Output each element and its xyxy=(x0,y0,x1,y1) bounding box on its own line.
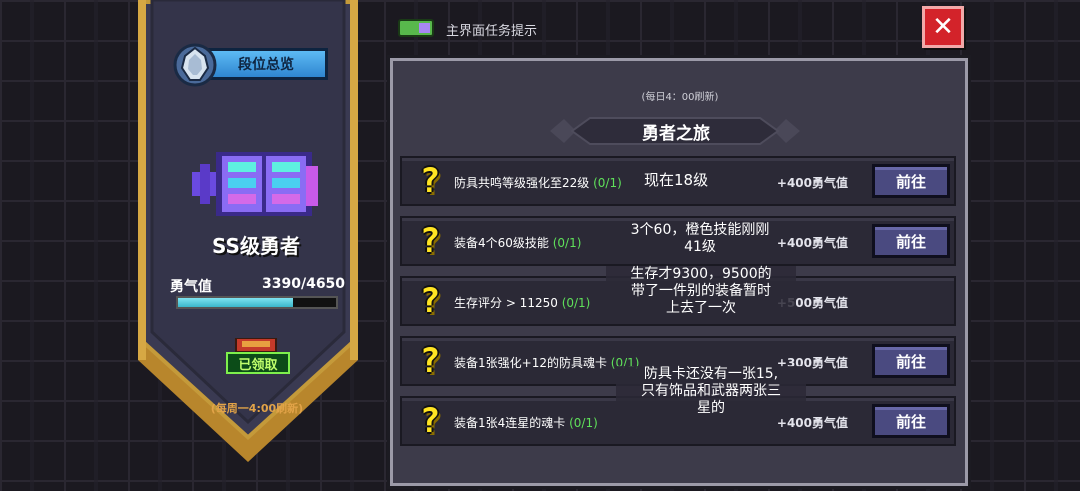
rank-emblem-icon xyxy=(173,43,217,87)
go-button[interactable]: 前往 xyxy=(872,164,950,198)
go-button[interactable]: 前往 xyxy=(872,404,950,438)
annotation-note: 防具卡还没有一张15, 只有饰品和武器两张三 星的 xyxy=(616,366,806,417)
task-description: 生存评分 > 11250 (0/1) xyxy=(454,296,591,310)
panel-title: 勇者之旅 xyxy=(642,124,710,144)
annotation-note: 3个60，橙色技能刚刚 41级 xyxy=(630,222,770,255)
task-hint-label: 主界面任务提示 xyxy=(446,24,538,39)
task-reward: +400勇气值 xyxy=(776,176,848,190)
courage-value: 3390/4650 xyxy=(262,276,346,292)
rank-title: SS级勇者 xyxy=(212,234,300,258)
courage-progress-fill xyxy=(178,298,294,307)
toggle-knob xyxy=(419,23,430,33)
rank-overview-button[interactable]: 段位总览 xyxy=(173,43,331,87)
go-button[interactable]: 前往 xyxy=(872,344,950,378)
close-button[interactable]: ✕ xyxy=(922,6,964,48)
task-progress: (0/1) xyxy=(561,296,591,310)
task-progress: (0/1) xyxy=(569,416,598,430)
task-progress: (0/1) xyxy=(593,176,622,190)
daily-refresh-note: (每日4：00刷新) xyxy=(641,92,719,103)
question-mark-icon: ? xyxy=(419,221,441,261)
claimed-reward-button[interactable]: 已领取 xyxy=(226,352,290,374)
task-description: 装备1张4连星的魂卡 (0/1) xyxy=(454,416,598,430)
question-mark-icon: ? xyxy=(419,281,441,321)
question-mark-icon: ? xyxy=(419,341,441,381)
task-description: 装备1张强化+12的防具魂卡 (0/1) xyxy=(454,356,640,370)
rank-overview-label: 段位总览 xyxy=(204,48,328,80)
annotation-note: 生存才9300，9500的 带了一件别的装备暂时 上去了一次 xyxy=(606,266,796,317)
close-icon: ✕ xyxy=(932,12,954,42)
ss-rank-logo-icon xyxy=(192,152,318,216)
task-hint-toggle[interactable] xyxy=(398,19,434,37)
courage-progress-bar xyxy=(176,296,338,309)
task-description: 装备4个60级技能 (0/1) xyxy=(454,236,582,250)
annotation-note: 现在18级 xyxy=(644,171,709,189)
task-description: 防具共鸣等级强化至22级 (0/1) xyxy=(454,176,622,190)
question-mark-icon: ? xyxy=(419,161,441,201)
weekly-refresh-note: (每周一4:00刷新) xyxy=(210,402,304,415)
go-button[interactable]: 前往 xyxy=(872,224,950,258)
courage-label: 勇气值 xyxy=(170,279,212,295)
question-mark-icon: ? xyxy=(419,401,441,441)
task-progress: (0/1) xyxy=(552,236,582,250)
